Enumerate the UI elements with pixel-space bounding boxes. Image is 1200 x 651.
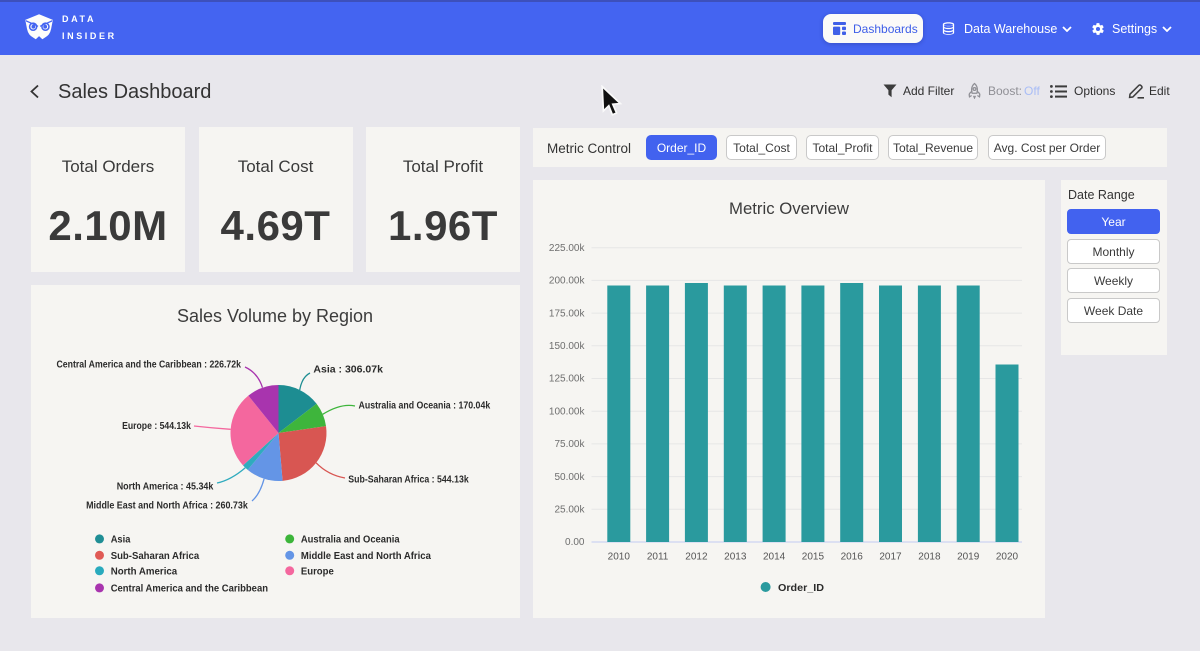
svg-text:Sales Volume by Region: Sales Volume by Region bbox=[177, 306, 373, 326]
svg-text:Europe : 544.13k: Europe : 544.13k bbox=[122, 420, 191, 432]
svg-text:2011: 2011 bbox=[647, 552, 669, 563]
svg-text:Asia : 306.07k: Asia : 306.07k bbox=[313, 364, 383, 376]
svg-text:50.00k: 50.00k bbox=[554, 472, 585, 483]
svg-text:225.00k: 225.00k bbox=[549, 243, 586, 254]
svg-text:2017: 2017 bbox=[879, 552, 902, 563]
svg-text:North America : 45.34k: North America : 45.34k bbox=[117, 480, 214, 492]
svg-text:2020: 2020 bbox=[996, 552, 1019, 563]
svg-text:2018: 2018 bbox=[918, 552, 941, 563]
svg-text:25.00k: 25.00k bbox=[554, 505, 585, 516]
svg-text:2014: 2014 bbox=[763, 552, 786, 563]
svg-text:125.00k: 125.00k bbox=[549, 374, 586, 385]
svg-text:2010: 2010 bbox=[608, 552, 631, 563]
svg-text:200.00k: 200.00k bbox=[549, 276, 586, 287]
svg-text:North America: North America bbox=[111, 566, 178, 578]
svg-text:Central America and the Caribb: Central America and the Caribbean : 226.… bbox=[57, 359, 242, 371]
svg-text:2012: 2012 bbox=[685, 552, 708, 563]
svg-text:Sub-Saharan Africa: Sub-Saharan Africa bbox=[111, 550, 200, 562]
svg-text:100.00k: 100.00k bbox=[549, 406, 586, 417]
svg-text:75.00k: 75.00k bbox=[554, 439, 585, 450]
svg-text:150.00k: 150.00k bbox=[549, 341, 586, 352]
svg-text:Central America and the Caribb: Central America and the Caribbean bbox=[111, 583, 268, 595]
svg-text:0.00: 0.00 bbox=[565, 537, 585, 548]
svg-text:Order_ID: Order_ID bbox=[778, 582, 824, 594]
svg-text:Sub-Saharan Africa : 544.13k: Sub-Saharan Africa : 544.13k bbox=[348, 473, 469, 485]
svg-text:Metric Overview: Metric Overview bbox=[729, 199, 850, 218]
svg-text:Australia and Oceania : 170.04: Australia and Oceania : 170.04k bbox=[359, 400, 491, 412]
svg-text:2016: 2016 bbox=[841, 552, 864, 563]
svg-text:Middle East and North Africa :: Middle East and North Africa : 260.73k bbox=[86, 500, 248, 512]
svg-text:2013: 2013 bbox=[724, 552, 747, 563]
svg-text:2015: 2015 bbox=[802, 552, 825, 563]
svg-text:2019: 2019 bbox=[957, 552, 980, 563]
svg-text:Europe: Europe bbox=[301, 566, 334, 578]
svg-text:175.00k: 175.00k bbox=[549, 308, 586, 319]
svg-text:Middle East and North Africa: Middle East and North Africa bbox=[301, 550, 431, 562]
svg-text:Asia: Asia bbox=[111, 534, 131, 546]
svg-text:Australia and Oceania: Australia and Oceania bbox=[301, 534, 400, 546]
